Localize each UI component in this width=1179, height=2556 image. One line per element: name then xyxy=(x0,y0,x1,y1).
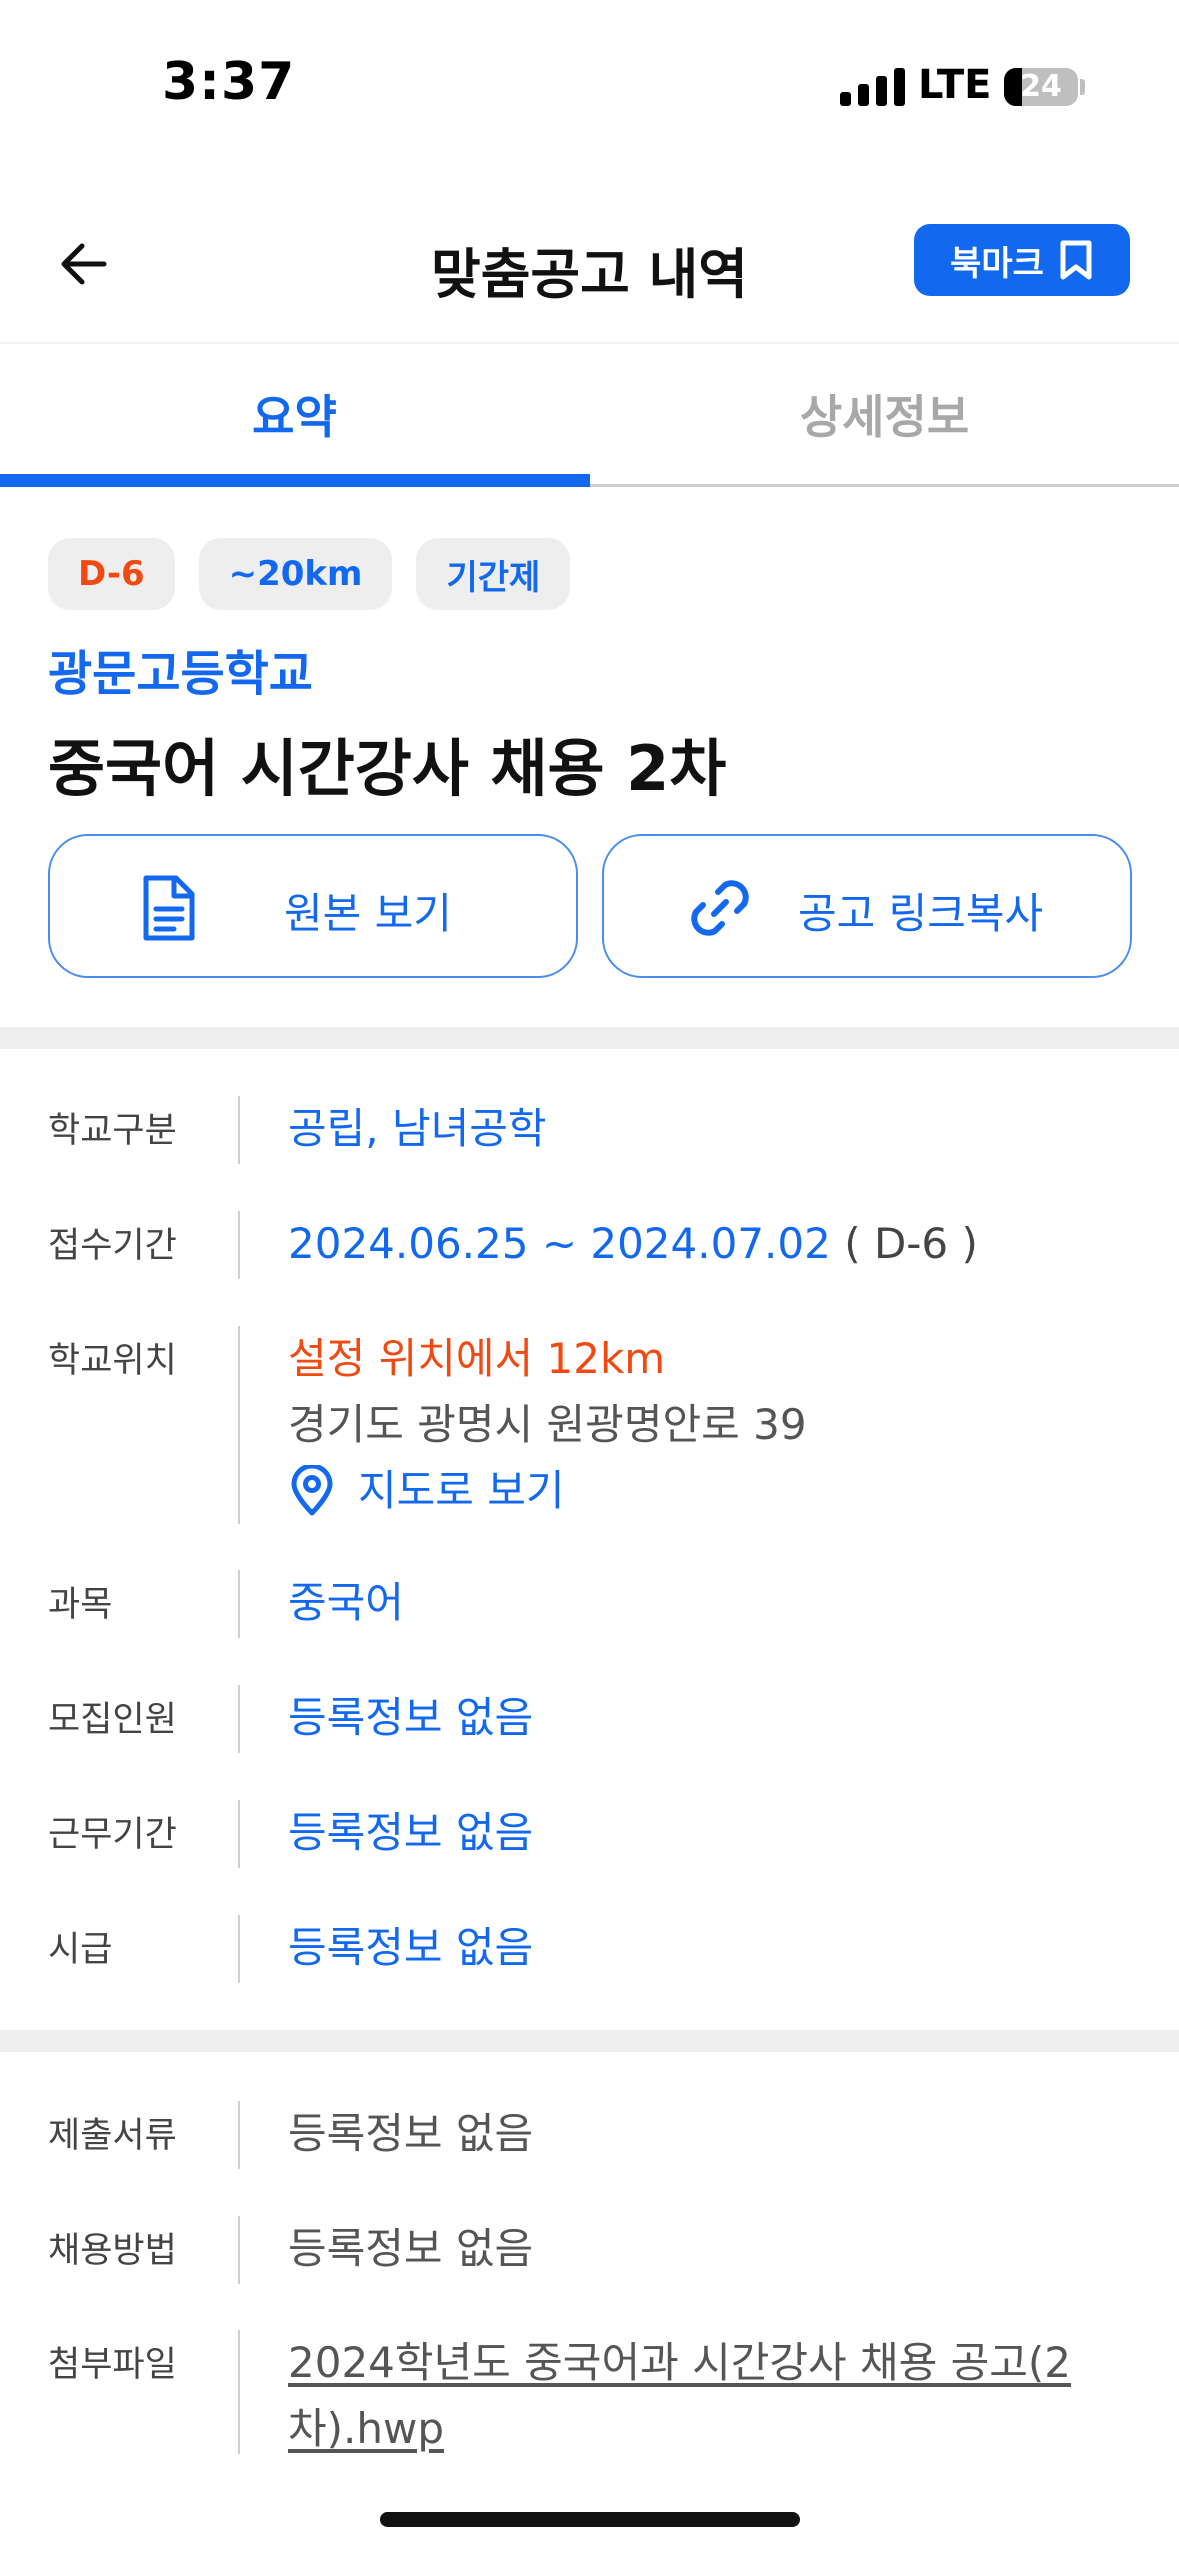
home-indicator xyxy=(380,2512,800,2527)
info-label: 접수기간 xyxy=(48,1226,177,1266)
app-header: 맞춤공고 내역 북마크 xyxy=(0,200,1179,320)
section-divider xyxy=(0,2030,1179,2052)
attachment-file-link[interactable]: 2024학년도 중국어과 시간강사 채용 공고(2차).hwp xyxy=(288,2330,1088,2462)
info-label: 학교위치 xyxy=(48,1341,177,1381)
info-label: 첨부파일 xyxy=(48,2345,177,2385)
copy-link-button[interactable]: 공고 링크복사 xyxy=(602,834,1132,978)
tag-chips: D-6 ~20km 기간제 xyxy=(48,538,571,610)
info-label: 채용방법 xyxy=(48,2231,177,2271)
info-divider xyxy=(238,1800,240,1868)
bookmark-icon xyxy=(1060,240,1092,280)
job-title: 중국어 시간강사 채용 2차 xyxy=(48,732,727,805)
info-value: 설정 위치에서 12km 경기도 광명시 원광명안로 39 지도로 보기 xyxy=(288,1326,807,1524)
network-label: LTE xyxy=(918,62,992,108)
signal-icon xyxy=(840,66,905,106)
battery-level: 24 xyxy=(1020,69,1062,104)
location-address: 경기도 광명시 원광명안로 39 xyxy=(288,1400,807,1449)
info-label: 모집인원 xyxy=(48,1700,177,1740)
dday-chip: D-6 xyxy=(48,538,175,610)
info-divider xyxy=(238,1096,240,1164)
info-divider xyxy=(238,2216,240,2284)
view-original-label: 원본 보기 xyxy=(284,889,452,938)
info-value: 중국어 xyxy=(288,1578,404,1627)
info-value: 공립, 남녀공학 xyxy=(288,1104,547,1153)
info-value: 등록정보 없음 xyxy=(288,1808,534,1857)
location-pin-icon xyxy=(291,1465,333,1516)
link-icon xyxy=(682,870,758,946)
school-name: 광문고등학교 xyxy=(48,646,313,702)
section-divider xyxy=(0,1027,1179,1049)
info-divider xyxy=(238,1915,240,1983)
info-value: 등록정보 없음 xyxy=(288,1693,534,1742)
tab-active-indicator xyxy=(0,474,590,487)
info-divider xyxy=(238,1570,240,1638)
info-divider xyxy=(238,2101,240,2169)
distance-chip: ~20km xyxy=(198,538,393,610)
info-label: 시급 xyxy=(48,1930,113,1970)
tab-summary[interactable]: 요약 xyxy=(0,344,589,484)
tab-bar: 요약 상세정보 xyxy=(0,344,1179,488)
document-icon xyxy=(130,870,206,946)
info-value: 2024.06.25 ~ 2024.07.02 ( D-6 ) xyxy=(288,1211,978,1277)
tab-details[interactable]: 상세정보 xyxy=(590,344,1179,484)
employment-type-chip: 기간제 xyxy=(416,538,571,610)
battery-tip xyxy=(1080,79,1085,95)
info-label: 근무기간 xyxy=(48,1815,177,1855)
info-label: 학교구분 xyxy=(48,1111,177,1151)
bookmark-button[interactable]: 북마크 xyxy=(914,224,1130,296)
view-original-button[interactable]: 원본 보기 xyxy=(48,834,578,978)
location-distance: 설정 위치에서 12km xyxy=(288,1334,666,1383)
period-dday: ( D-6 ) xyxy=(844,1219,978,1268)
view-map-label: 지도로 보기 xyxy=(358,1466,565,1515)
info-divider xyxy=(238,1326,240,1524)
status-bar: 3:37 LTE 24 xyxy=(0,0,1179,170)
info-value: 등록정보 없음 xyxy=(288,2224,534,2273)
period-range: 2024.06.25 ~ 2024.07.02 xyxy=(288,1219,831,1268)
info-label: 제출서류 xyxy=(48,2116,177,2156)
view-map-link[interactable]: 지도로 보기 xyxy=(288,1458,807,1524)
info-divider xyxy=(238,1211,240,1279)
copy-link-label: 공고 링크복사 xyxy=(798,889,1044,938)
info-value: 등록정보 없음 xyxy=(288,2109,534,2158)
info-divider xyxy=(238,2330,240,2454)
info-label: 과목 xyxy=(48,1585,113,1625)
info-divider xyxy=(238,1685,240,1753)
info-value: 등록정보 없음 xyxy=(288,1923,534,1972)
status-time: 3:37 xyxy=(162,52,296,112)
battery-icon: 24 xyxy=(1004,68,1078,106)
bookmark-label: 북마크 xyxy=(950,243,1044,284)
